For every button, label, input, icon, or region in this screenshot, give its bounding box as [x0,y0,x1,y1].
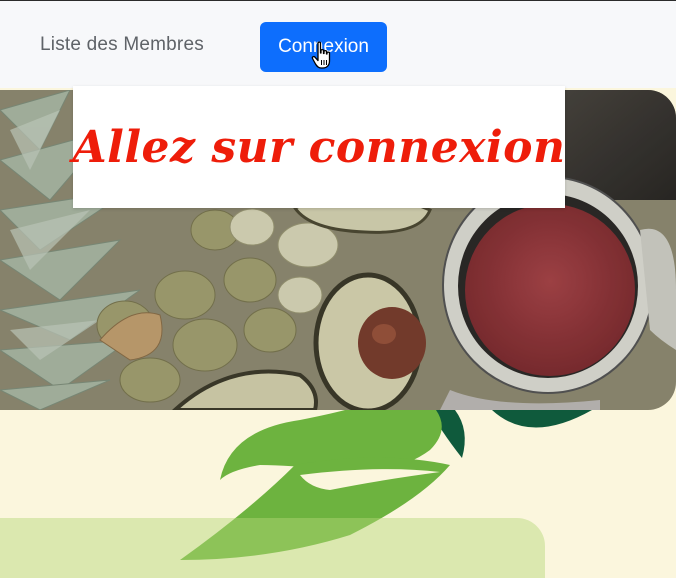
banner-text: Allez sur connexion [72,121,566,173]
content-card [0,518,545,578]
hand-pointer-cursor-icon [311,41,331,69]
instruction-banner: Allez sur connexion [72,86,566,208]
top-navbar: Liste des Membres Connexion [0,0,676,88]
nav-link-member-list[interactable]: Liste des Membres [40,34,204,56]
